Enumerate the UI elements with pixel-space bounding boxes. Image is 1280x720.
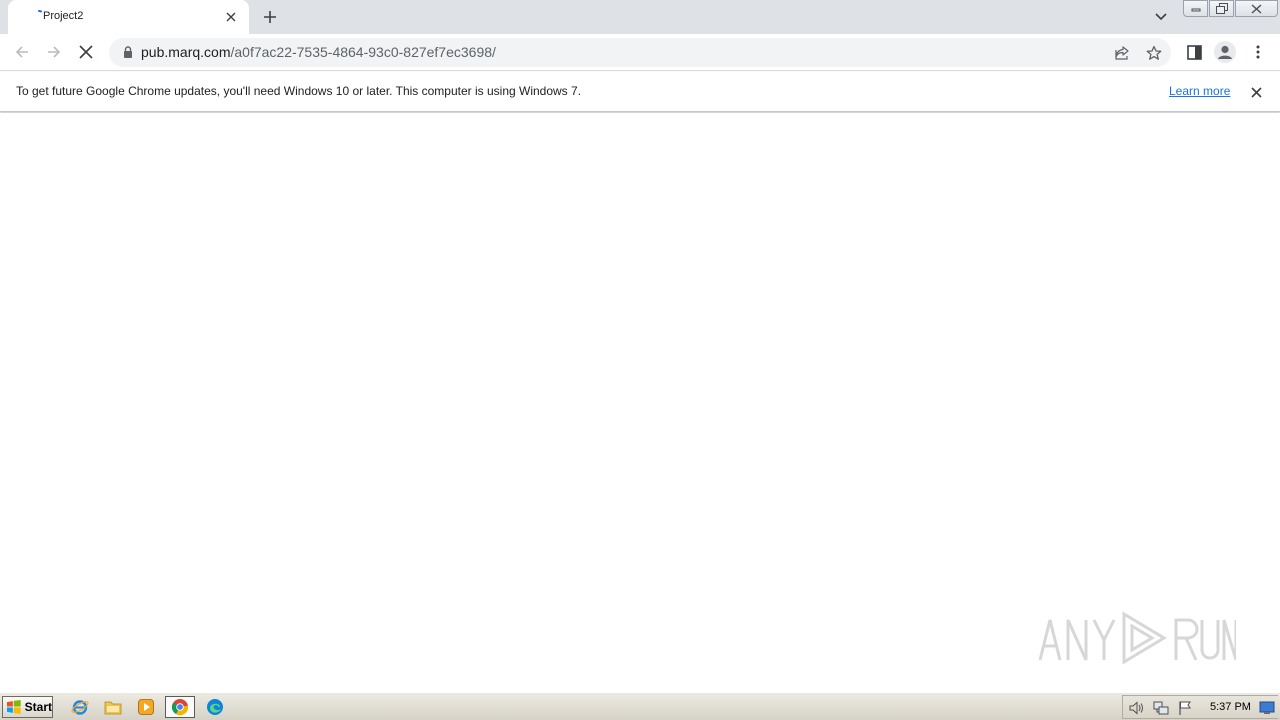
show-desktop-button[interactable] xyxy=(1259,700,1275,716)
lock-icon xyxy=(124,46,132,58)
address-bar[interactable]: pub.marq.com/a0f7ac22-7535-4864-93c0-827… xyxy=(109,38,1171,67)
page-content xyxy=(0,113,1280,692)
windows-flag-icon xyxy=(6,699,21,715)
infobar-message: To get future Google Chrome updates, you… xyxy=(16,84,582,98)
share-icon xyxy=(1115,46,1129,60)
browser-toolbar: pub.marq.com/a0f7ac22-7535-4864-93c0-827… xyxy=(0,34,1280,71)
taskbar-edge[interactable] xyxy=(203,696,227,718)
profile-icon xyxy=(1218,45,1232,59)
forward-arrow-icon xyxy=(48,46,61,58)
kebab-menu-icon xyxy=(1256,45,1260,59)
network-button[interactable] xyxy=(1153,700,1169,716)
plus-icon xyxy=(264,11,276,23)
taskbar-media-player[interactable] xyxy=(134,696,158,718)
start-label: Start xyxy=(24,700,52,714)
windows-support-infobar: To get future Google Chrome updates, you… xyxy=(0,72,1280,112)
back-button[interactable] xyxy=(10,40,34,64)
chevron-down-icon xyxy=(1155,13,1167,21)
close-icon xyxy=(226,12,236,22)
chrome-icon xyxy=(171,699,189,716)
taskbar-file-explorer[interactable] xyxy=(101,696,125,718)
tab-title: Project2 xyxy=(43,10,84,22)
side-panel-icon xyxy=(1186,44,1202,60)
start-button[interactable]: Start xyxy=(2,696,53,718)
tab-strip: Project2 xyxy=(0,0,1280,34)
window-close-button[interactable] xyxy=(1235,0,1278,17)
taskbar-internet-explorer[interactable] xyxy=(68,696,92,718)
action-center-button[interactable] xyxy=(1177,700,1193,716)
speaker-icon xyxy=(1129,701,1143,715)
network-icon xyxy=(1153,701,1169,715)
media-player-icon xyxy=(138,699,154,715)
url-path: /a0f7ac22-7535-4864-93c0-827ef7ec3698/ xyxy=(230,44,496,60)
system-tray: 5:37 PM xyxy=(1122,695,1278,719)
star-icon xyxy=(1146,45,1162,60)
close-icon xyxy=(1250,86,1262,98)
windows-taskbar: Start 5:37 PM xyxy=(0,692,1280,720)
tab-search-button[interactable] xyxy=(1150,7,1172,27)
bookmark-button[interactable] xyxy=(1144,43,1164,63)
restore-icon xyxy=(1215,3,1228,14)
restore-button[interactable] xyxy=(1209,0,1234,17)
forward-button[interactable] xyxy=(42,40,66,64)
chrome-menu-button[interactable] xyxy=(1246,40,1270,64)
infobar-close-button[interactable] xyxy=(1247,83,1265,101)
tab-project2[interactable]: Project2 xyxy=(8,0,249,34)
action-center-flag-icon xyxy=(1179,701,1191,715)
tab-close-button[interactable] xyxy=(222,8,240,26)
side-panel-button[interactable] xyxy=(1182,40,1206,64)
watermark-logo xyxy=(1038,611,1236,665)
profile-button[interactable] xyxy=(1214,41,1236,63)
taskbar-clock: 5:37 PM xyxy=(1210,701,1251,713)
stop-button[interactable] xyxy=(74,40,98,64)
stop-icon xyxy=(79,45,93,59)
show-desktop-icon xyxy=(1259,701,1275,714)
learn-more-link[interactable]: Learn more xyxy=(1169,84,1230,98)
window-controls xyxy=(1183,0,1279,18)
close-icon xyxy=(1251,3,1262,14)
share-button[interactable] xyxy=(1112,43,1132,63)
back-arrow-icon xyxy=(15,46,28,58)
volume-button[interactable] xyxy=(1129,700,1145,716)
new-tab-button[interactable] xyxy=(259,6,281,28)
url-text: pub.marq.com/a0f7ac22-7535-4864-93c0-827… xyxy=(141,44,496,60)
taskbar-chrome[interactable] xyxy=(165,696,195,718)
url-host: pub.marq.com xyxy=(141,44,231,60)
minimize-icon xyxy=(1191,8,1200,11)
folder-icon xyxy=(104,701,122,715)
internet-explorer-icon xyxy=(71,700,89,715)
edge-icon xyxy=(207,699,223,715)
minimize-button[interactable] xyxy=(1183,0,1208,17)
